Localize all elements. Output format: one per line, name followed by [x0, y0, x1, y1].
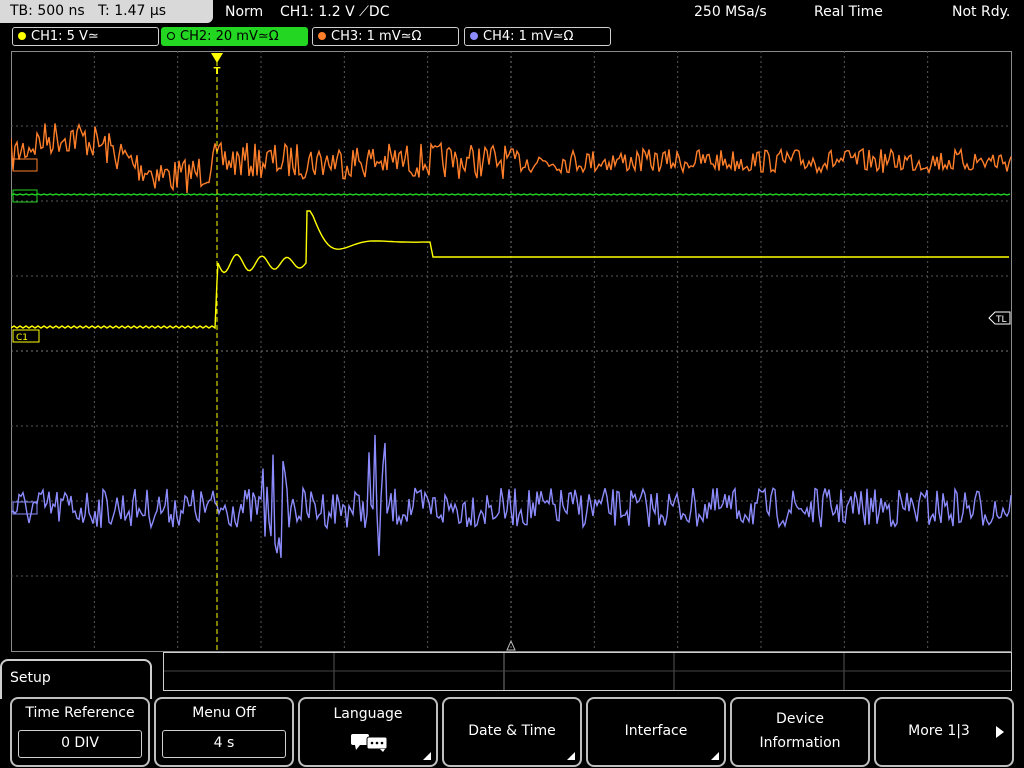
tab-ch2[interactable]: CH2: 20 mV≃Ω	[161, 27, 308, 46]
menu-title-label: Setup	[10, 670, 51, 686]
trigger-marker-label: T	[214, 66, 221, 77]
device-label: Device	[776, 711, 824, 727]
trigger-info[interactable]: CH1: 1.2 V ⟋DC	[280, 0, 389, 24]
submenu-corner-icon	[711, 752, 719, 760]
time-reference-button[interactable]: Time Reference 0 DIV	[10, 697, 150, 767]
trigger-level-label: TL	[995, 315, 1007, 325]
interface-button[interactable]: Interface	[586, 697, 726, 767]
tab-ch1[interactable]: CH1: 5 V≃	[12, 27, 159, 46]
menu-off-button[interactable]: Menu Off 4 s	[154, 697, 294, 767]
ch4-dot-icon	[470, 32, 478, 40]
timebase-readout[interactable]: TB: 500 ns T: 1.47 µs	[0, 0, 213, 23]
ch2-label: CH2: 20 mV≃Ω	[180, 29, 279, 44]
acquisition-mode: Real Time	[814, 4, 883, 20]
ch3-dot-icon	[318, 32, 326, 40]
ch4-label: CH4: 1 mV≃Ω	[483, 29, 574, 44]
device-information-button[interactable]: Device Information	[730, 697, 870, 767]
submenu-corner-icon	[567, 752, 575, 760]
tab-ch4[interactable]: CH4: 1 mV≃Ω	[464, 27, 611, 46]
submenu-corner-icon	[423, 752, 431, 760]
ch1-dot-icon	[18, 32, 26, 40]
sample-rate: 250 MSa/s	[694, 4, 767, 20]
menu-off-label: Menu Off	[192, 705, 256, 721]
ch1-marker-label: C1	[16, 333, 28, 343]
trigger-mode[interactable]: Norm	[225, 0, 263, 24]
ch2-dot-icon	[167, 32, 175, 40]
language-label: Language	[333, 706, 403, 722]
timebase-value: TB: 500 ns	[10, 3, 85, 19]
speech-bubbles-icon	[351, 734, 388, 752]
time-offset-value: T: 1.47 µs	[98, 3, 167, 19]
more-button[interactable]: More 1|3	[874, 697, 1014, 767]
trigger-state: Not Rdy.	[952, 4, 1011, 20]
ch1-label: CH1: 5 V≃	[31, 29, 99, 44]
waveform-display[interactable]: T C1 TL	[11, 51, 1012, 652]
menu-off-value: 4 s	[162, 730, 286, 758]
ch1-ground-marker: C1	[12, 329, 40, 343]
time-reference-value: 0 DIV	[18, 730, 142, 758]
tab-ch3[interactable]: CH3: 1 mV≃Ω	[312, 27, 459, 46]
ch3-label: CH3: 1 mV≃Ω	[331, 29, 422, 44]
date-time-button[interactable]: Date & Time	[442, 697, 582, 767]
information-label: Information	[759, 735, 841, 751]
next-page-arrow-icon	[996, 726, 1004, 738]
time-reference-label: Time Reference	[25, 705, 135, 721]
menu-title: Setup	[0, 659, 152, 699]
info-strip	[163, 652, 1012, 691]
date-time-label: Date & Time	[468, 723, 556, 739]
language-button[interactable]: Language	[298, 697, 438, 767]
status-bar: TB: 500 ns T: 1.47 µs Norm CH1: 1.2 V ⟋D…	[0, 0, 1024, 24]
more-label: More 1|3	[908, 723, 970, 739]
interface-label: Interface	[624, 723, 688, 739]
